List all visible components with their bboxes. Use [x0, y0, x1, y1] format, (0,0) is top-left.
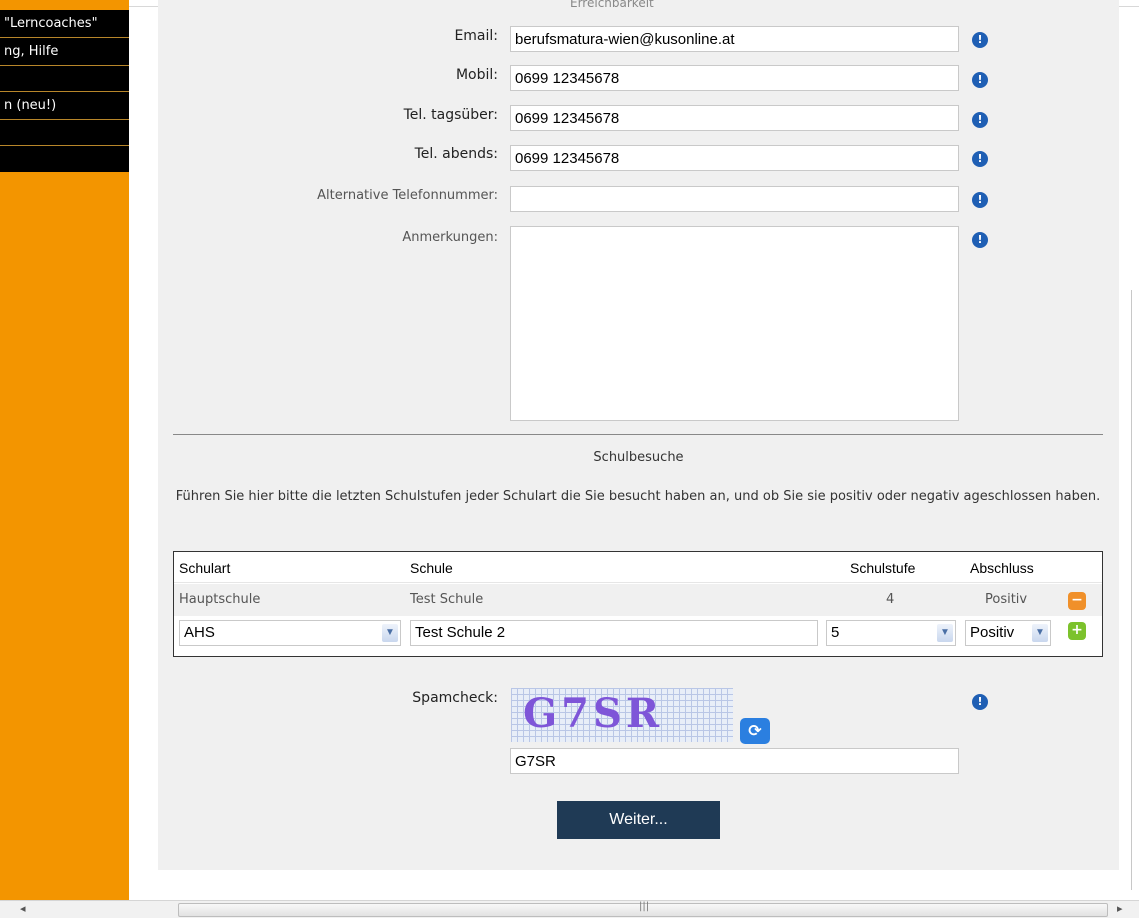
schulstufe-select-value: 5 — [831, 624, 840, 641]
remove-row-icon[interactable]: − — [1068, 592, 1086, 610]
schulart-select-value: AHS — [184, 624, 215, 641]
scroll-left-icon[interactable]: ◂ — [20, 902, 26, 915]
table-row: Hauptschule Test Schule 4 Positiv — [174, 584, 1102, 616]
sidebar-item-blank-2[interactable] — [0, 120, 129, 146]
cell-schulstufe: 4 — [886, 592, 895, 607]
horizontal-scrollbar[interactable]: ◂ ||| ▸ — [0, 900, 1139, 918]
sidebar-item-blank[interactable] — [0, 66, 129, 92]
email-label: Email: — [454, 28, 498, 44]
cell-abschluss: Positiv — [985, 592, 1028, 607]
scrollbar-thumb[interactable]: ||| — [178, 901, 1108, 917]
sidebar-item-hilfe[interactable]: ng, Hilfe — [0, 38, 129, 66]
info-icon[interactable]: ! — [972, 112, 988, 128]
schulbesuche-title: Schulbesuche — [593, 450, 684, 465]
scroll-right-icon[interactable]: ▸ — [1117, 902, 1123, 915]
captcha-image: G7SR — [511, 688, 733, 742]
info-icon[interactable]: ! — [972, 694, 988, 710]
schulbesuche-description: Führen Sie hier bitte die letzten Schuls… — [175, 489, 1101, 504]
sidebar-item-blank-3[interactable] — [0, 146, 129, 172]
info-icon[interactable]: ! — [972, 72, 988, 88]
info-icon[interactable]: ! — [972, 192, 988, 208]
chevron-down-icon[interactable]: ▼ — [1032, 624, 1048, 642]
chevron-down-icon[interactable]: ▼ — [937, 624, 953, 642]
tel-abends-field[interactable]: 0699 12345678 — [510, 145, 959, 171]
header-schule: Schule — [410, 560, 453, 576]
info-icon[interactable]: ! — [972, 151, 988, 167]
section-divider — [173, 434, 1103, 435]
abschluss-select[interactable]: Positiv ▼ — [965, 620, 1051, 646]
cell-schule: Test Schule — [410, 592, 484, 607]
anmerkungen-textarea[interactable] — [510, 226, 959, 421]
section-legend: Erreichbarkeit — [570, 0, 654, 8]
sidebar-item-neu[interactable]: n (neu!) — [0, 92, 129, 120]
email-field[interactable]: berufsmatura-wien@kusonline.at — [510, 26, 959, 52]
sidebar-item-lerncoaches[interactable]: "Lerncoaches" — [0, 10, 129, 38]
spamcheck-input[interactable]: G7SR — [510, 748, 959, 774]
alt-tel-field[interactable] — [510, 186, 959, 212]
info-icon[interactable]: ! — [972, 32, 988, 48]
schulbesuche-table: Schulart Schule Schulstufe Abschluss Hau… — [173, 551, 1103, 657]
alt-tel-label: Alternative Telefonnummer: — [317, 188, 498, 203]
spamcheck-label: Spamcheck: — [412, 690, 498, 706]
header-abschluss: Abschluss — [970, 560, 1034, 576]
header-schulstufe: Schulstufe — [850, 560, 916, 576]
weiter-button[interactable]: Weiter... — [557, 801, 720, 839]
tel-tagsueber-label: Tel. tagsüber: — [403, 107, 498, 123]
mobil-label: Mobil: — [455, 67, 498, 83]
captcha-text: G7SR — [523, 690, 664, 737]
tel-abends-label: Tel. abends: — [414, 146, 498, 162]
chevron-down-icon[interactable]: ▼ — [382, 624, 398, 642]
mobil-field[interactable]: 0699 12345678 — [510, 65, 959, 91]
sidebar: "Lerncoaches" ng, Hilfe n (neu!) — [0, 0, 129, 900]
header-schulart: Schulart — [179, 560, 231, 576]
abschluss-select-value: Positiv — [970, 624, 1015, 641]
schule-input[interactable]: Test Schule 2 — [410, 620, 818, 646]
add-row-icon[interactable]: + — [1068, 622, 1086, 640]
schulart-select[interactable]: AHS ▼ — [179, 620, 401, 646]
cell-schulart: Hauptschule — [179, 592, 261, 607]
refresh-icon[interactable]: ⟳ — [740, 718, 770, 744]
grip-icon: ||| — [639, 901, 650, 912]
anmerkungen-label: Anmerkungen: — [402, 230, 498, 245]
tel-tagsueber-field[interactable]: 0699 12345678 — [510, 105, 959, 131]
info-icon[interactable]: ! — [972, 232, 988, 248]
schulstufe-select[interactable]: 5 ▼ — [826, 620, 956, 646]
right-border — [1131, 290, 1132, 890]
sidebar-nav: "Lerncoaches" ng, Hilfe n (neu!) — [0, 10, 129, 172]
